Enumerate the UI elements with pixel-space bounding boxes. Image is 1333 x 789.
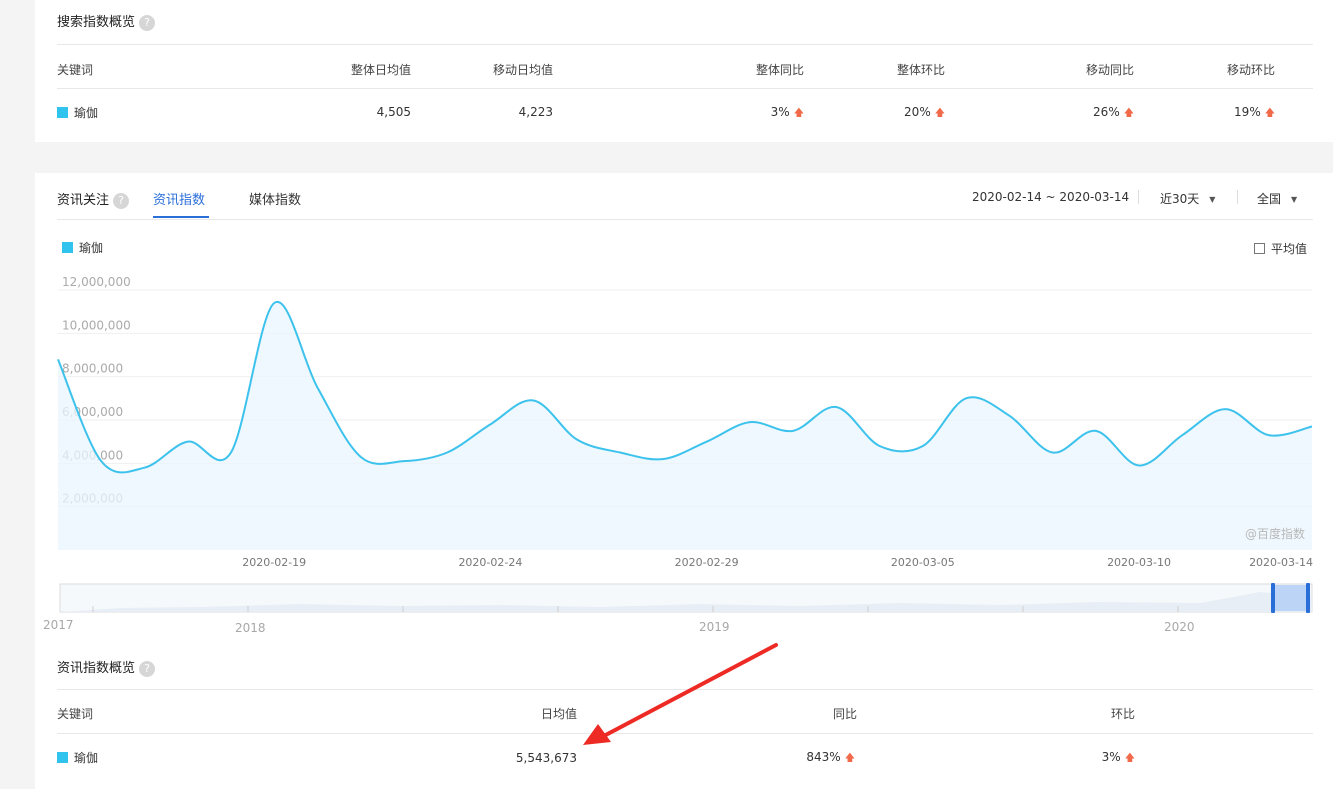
news-attention-card: 资讯关注? 资讯指数 媒体指数 2020-02-14 ~ 2020-03-14 … bbox=[35, 173, 1333, 789]
col-header-mobile-mom: 移动环比 bbox=[1226, 63, 1275, 77]
col-header-mom: 环比 bbox=[1110, 707, 1135, 721]
mobile-mom-value: 19% bbox=[1234, 105, 1261, 119]
divider bbox=[57, 44, 1313, 45]
average-checkbox-label: 平均值 bbox=[1271, 242, 1308, 256]
news-overview-title: 资讯指数概览? bbox=[57, 657, 156, 677]
overall-yoy-value: 3% bbox=[770, 105, 790, 119]
caret-down-icon: ▼ bbox=[1209, 195, 1216, 204]
mom-cell: 3% 🡅 bbox=[1025, 750, 1135, 768]
news-overview-title-text: 资讯指数概览 bbox=[57, 661, 136, 676]
divider bbox=[57, 88, 1313, 89]
arrow-up-icon: 🡅 bbox=[844, 753, 855, 764]
mobile-yoy-cell: 26% 🡅 bbox=[1034, 105, 1134, 123]
arrow-up-icon: 🡅 bbox=[1264, 108, 1275, 119]
col-header-mobile-yoy: 移动同比 bbox=[1085, 63, 1134, 77]
col-header-overall-yoy: 整体同比 bbox=[755, 63, 804, 77]
divider bbox=[57, 219, 1313, 220]
daily-avg-value: 5,543,673 bbox=[515, 751, 577, 765]
period-select[interactable]: 近30天 ▼ bbox=[1160, 190, 1215, 207]
region-select-value: 全国 bbox=[1257, 192, 1282, 206]
yoy-cell: 843% 🡅 bbox=[743, 750, 855, 768]
arrow-up-icon: 🡅 bbox=[934, 108, 945, 119]
search-overview-card: 搜索指数概览? 关键词 整体日均值 移动日均值 整体同比 整体环比 移动同比 移… bbox=[35, 0, 1333, 142]
keyword-text: 瑜伽 bbox=[74, 106, 99, 120]
legend-label: 瑜伽 bbox=[79, 241, 104, 255]
col-header-keyword: 关键词 bbox=[57, 707, 94, 721]
arrow-up-icon: 🡅 bbox=[793, 108, 804, 119]
search-overview-title: 搜索指数概览? bbox=[57, 11, 156, 31]
col-header-keyword: 关键词 bbox=[57, 63, 94, 77]
mobile-avg-value: 4,223 bbox=[518, 105, 553, 119]
news-section-title: 资讯关注? bbox=[57, 189, 130, 209]
date-range-text[interactable]: 2020-02-14 ~ 2020-03-14 bbox=[972, 190, 1129, 204]
overall-mom-value: 20% bbox=[904, 105, 931, 119]
mobile-mom-cell: 19% 🡅 bbox=[1175, 105, 1275, 123]
tab-media-index[interactable]: 媒体指数 bbox=[249, 189, 301, 208]
table-row-keyword: 瑜伽 bbox=[57, 749, 98, 766]
divider bbox=[57, 733, 1313, 734]
period-select-value: 近30天 bbox=[1160, 192, 1200, 206]
news-section-title-text: 资讯关注 bbox=[57, 193, 110, 208]
tab-news-index[interactable]: 资讯指数 bbox=[153, 189, 205, 208]
divider bbox=[1138, 190, 1139, 204]
mom-value: 3% bbox=[1101, 750, 1121, 764]
table-row-keyword: 瑜伽 bbox=[57, 104, 98, 121]
chart-legend[interactable]: 瑜伽 bbox=[62, 239, 103, 256]
arrow-up-icon: 🡅 bbox=[1123, 108, 1134, 119]
yoy-value: 843% bbox=[806, 750, 841, 764]
help-icon[interactable]: ? bbox=[139, 14, 156, 31]
active-tab-underline bbox=[153, 216, 209, 218]
legend-swatch bbox=[62, 242, 73, 253]
checkbox-icon[interactable] bbox=[1254, 243, 1265, 254]
overall-mom-cell: 20% 🡅 bbox=[845, 105, 945, 123]
region-select[interactable]: 全国 ▼ bbox=[1257, 190, 1297, 207]
col-header-mobile-avg: 移动日均值 bbox=[492, 63, 553, 77]
search-overview-title-text: 搜索指数概览 bbox=[57, 15, 136, 30]
col-header-yoy: 同比 bbox=[832, 707, 857, 721]
keyword-text: 瑜伽 bbox=[74, 751, 99, 765]
overall-yoy-cell: 3% 🡅 bbox=[704, 105, 804, 123]
help-icon[interactable]: ? bbox=[139, 660, 156, 677]
overall-avg-value: 4,505 bbox=[376, 105, 411, 119]
arrow-up-icon: 🡅 bbox=[1124, 753, 1135, 764]
caret-down-icon: ▼ bbox=[1291, 195, 1298, 204]
series-color-swatch bbox=[57, 107, 68, 118]
average-checkbox[interactable]: 平均值 bbox=[1254, 240, 1307, 257]
help-icon[interactable]: ? bbox=[113, 192, 130, 209]
series-color-swatch bbox=[57, 752, 68, 763]
divider bbox=[57, 689, 1313, 690]
divider bbox=[1237, 190, 1238, 204]
col-header-daily-avg: 日均值 bbox=[540, 707, 577, 721]
col-header-overall-mom: 整体环比 bbox=[896, 63, 945, 77]
col-header-overall-avg: 整体日均值 bbox=[350, 63, 411, 77]
mobile-yoy-value: 26% bbox=[1093, 105, 1120, 119]
